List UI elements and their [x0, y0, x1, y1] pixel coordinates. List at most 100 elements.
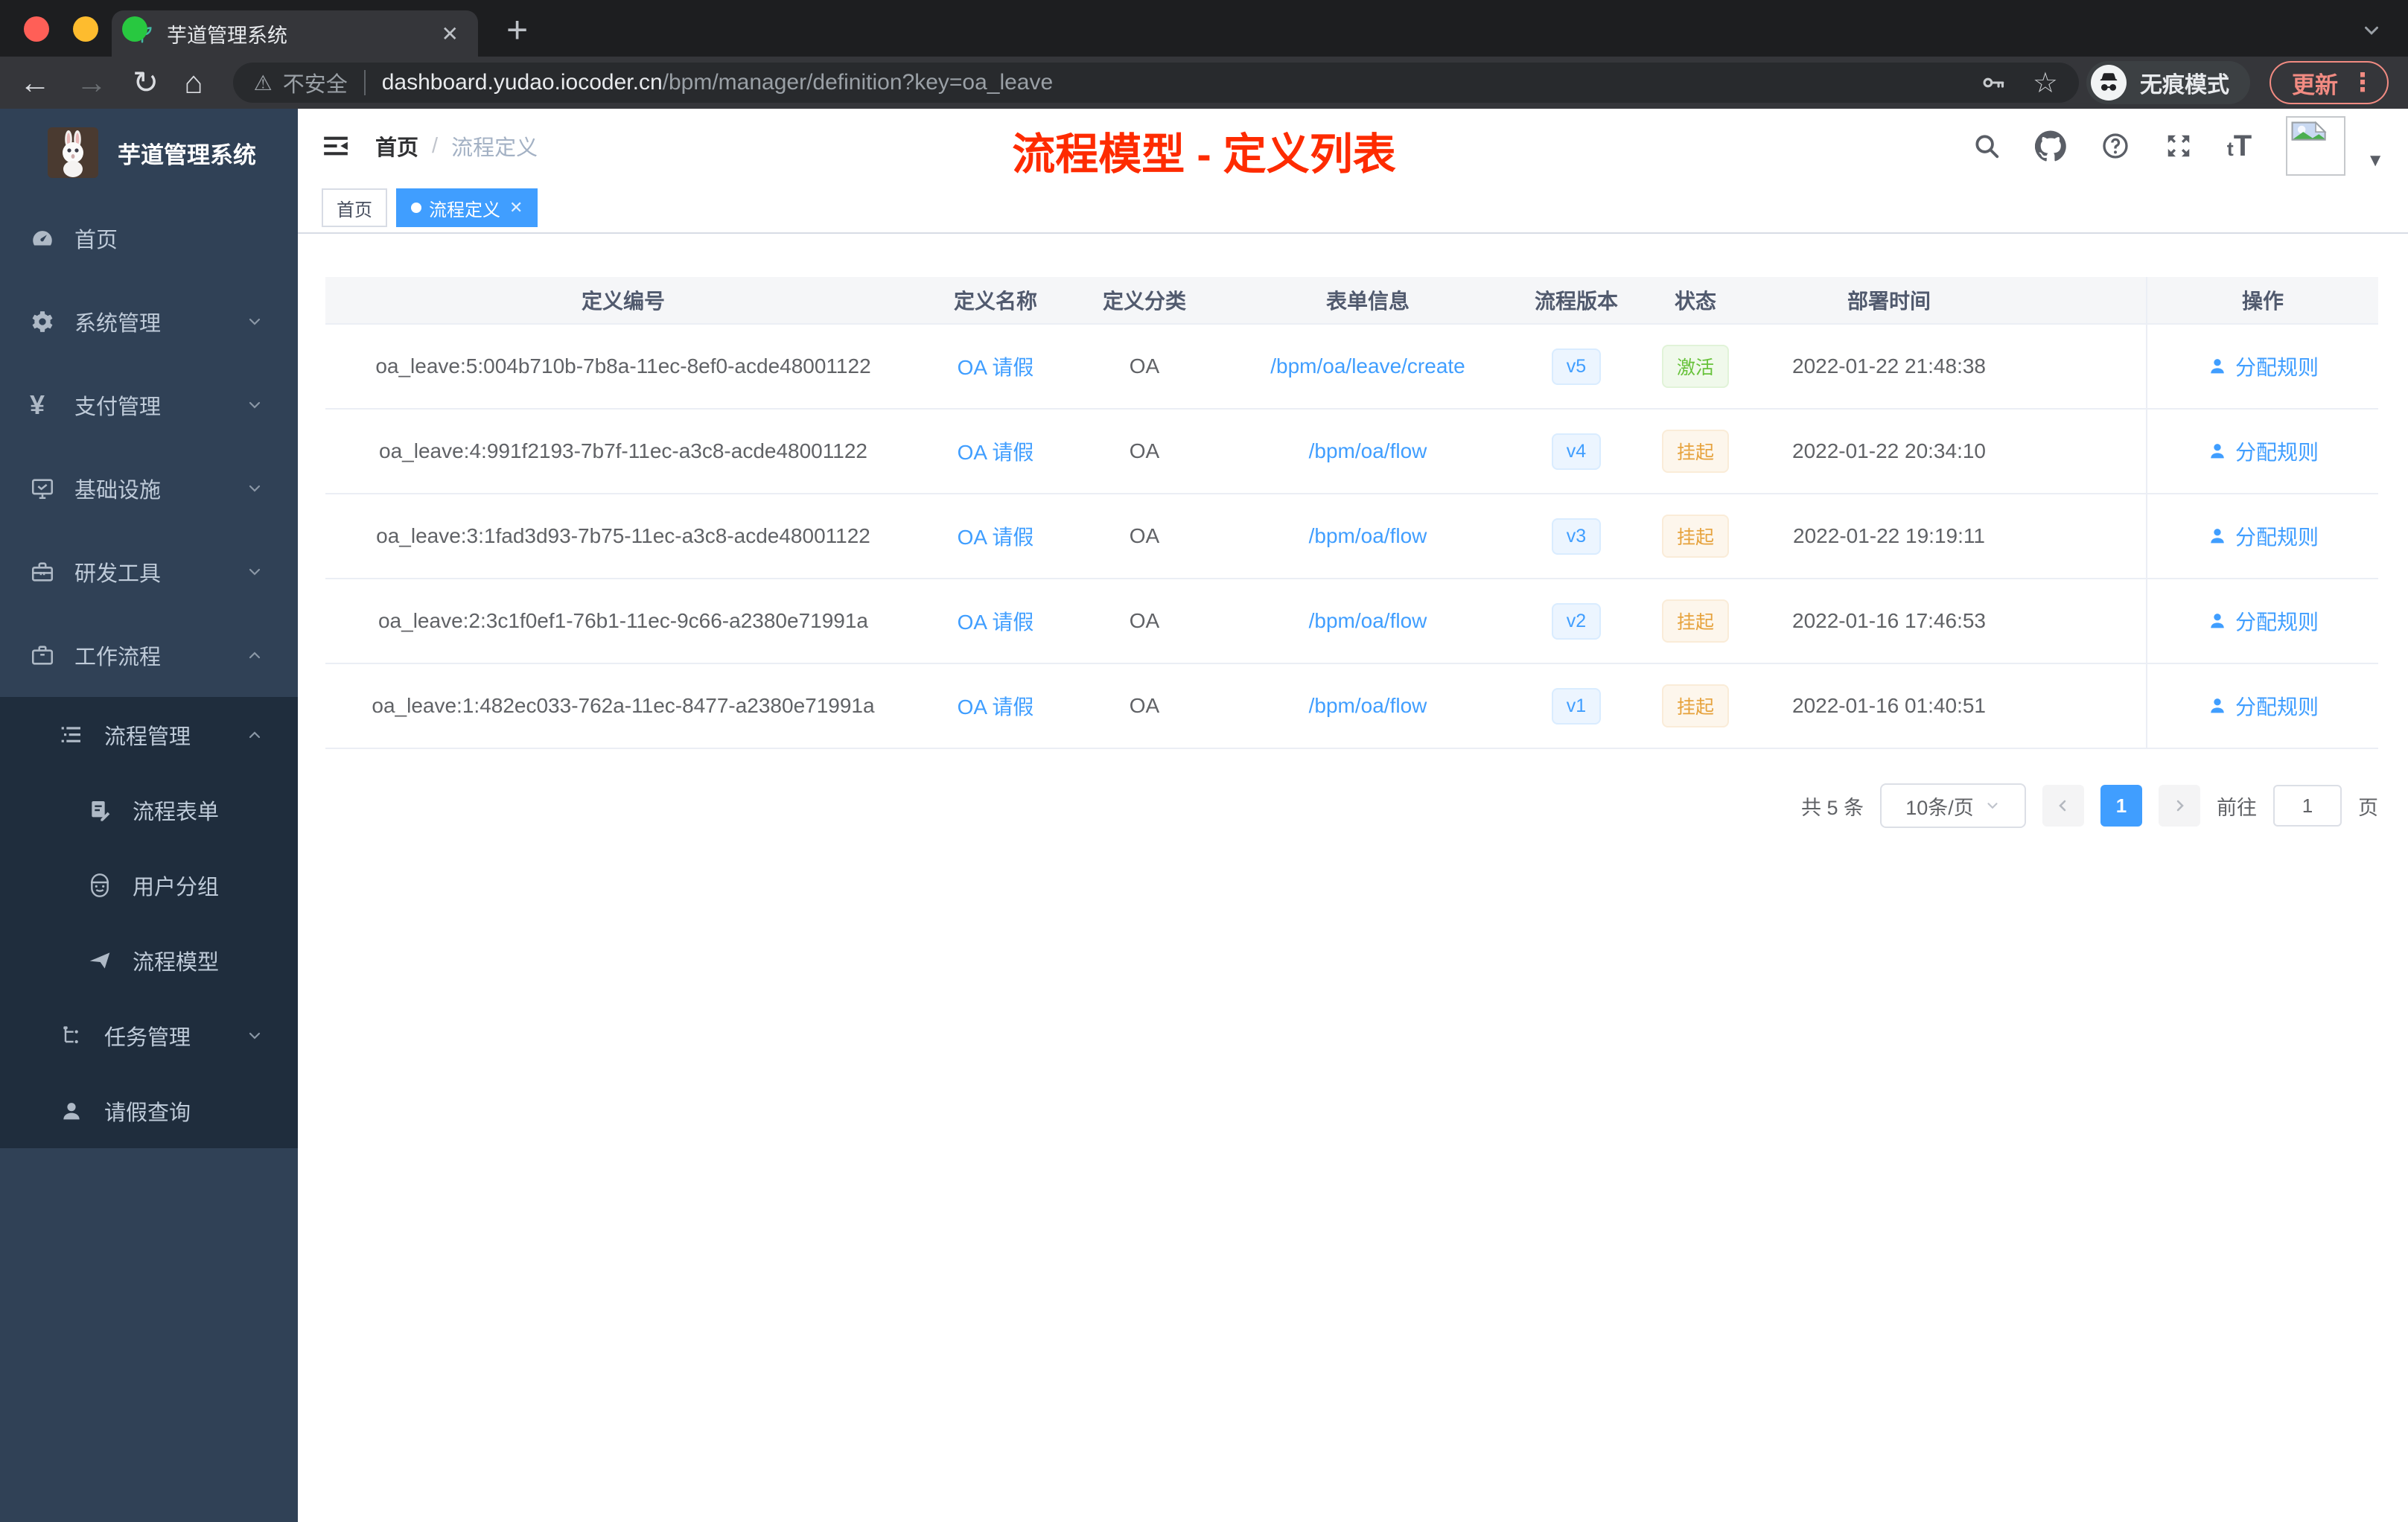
sidebar-logo[interactable]: 芋道管理系统: [0, 109, 298, 197]
not-secure-label[interactable]: 不安全: [283, 67, 348, 98]
browser-menu-kebab-icon[interactable]: ⋮: [2350, 68, 2375, 98]
sidebar-item-home[interactable]: 首页: [0, 197, 298, 280]
definition-category: OA: [1129, 524, 1160, 547]
sidebar-item-system[interactable]: 系统管理: [0, 280, 298, 363]
definition-name-link[interactable]: OA 请假: [958, 351, 1034, 381]
page-size-select[interactable]: 10条/页: [1880, 783, 2026, 828]
incognito-badge: 无痕模式: [2086, 61, 2250, 104]
breadcrumb-home[interactable]: 首页: [375, 130, 418, 162]
monitor-icon: [30, 476, 55, 501]
tag-label: 首页: [337, 200, 372, 220]
assign-rule-link[interactable]: 分配规则: [2207, 606, 2319, 636]
home-button[interactable]: ⌂: [184, 67, 203, 98]
sidebar-item-workflow[interactable]: 工作流程: [0, 614, 298, 697]
list-tree-icon: [60, 723, 85, 747]
sidebar-item-user-group[interactable]: 用户分组: [0, 847, 298, 923]
chevron-down-icon: [1987, 803, 1998, 809]
person-icon: [2211, 698, 2224, 713]
status-badge: 挂起: [1661, 684, 1729, 727]
tag-process-definition[interactable]: 流程定义 ✕: [396, 188, 538, 227]
paper-plane-icon: [88, 949, 113, 972]
help-icon[interactable]: [2100, 131, 2130, 161]
tab-close-icon[interactable]: ✕: [442, 22, 459, 46]
status-badge: 挂起: [1661, 599, 1729, 643]
password-key-icon[interactable]: [1981, 70, 2006, 95]
user-avatar[interactable]: [2286, 116, 2346, 176]
sidebar-item-task-management[interactable]: 任务管理: [0, 998, 298, 1073]
toolbox-icon: [30, 559, 55, 585]
update-label: 更新: [2292, 71, 2338, 98]
chevron-down-icon: [246, 563, 264, 581]
workflow-submenu: 流程管理 流程表单 用户分组 流程模型 任务管理 请假查询: [0, 697, 298, 1148]
sidebar-item-payment[interactable]: ¥ 支付管理: [0, 363, 298, 447]
assign-rule-link[interactable]: 分配规则: [2207, 691, 2319, 721]
sidebar-item-label: 支付管理: [74, 395, 162, 419]
deploy-time: 2022-01-22 21:48:38: [1792, 354, 1986, 378]
browser-tab[interactable]: 芋道管理系统 ✕: [112, 10, 478, 57]
definition-name-link[interactable]: OA 请假: [958, 691, 1034, 721]
sidebar-item-leave-query[interactable]: 请假查询: [0, 1073, 298, 1148]
close-window-button[interactable]: [24, 16, 49, 42]
zoom-window-button[interactable]: [122, 16, 147, 42]
assign-rule-link[interactable]: 分配规则: [2207, 351, 2319, 381]
chevron-down-icon: [246, 1027, 264, 1045]
tag-close-icon[interactable]: ✕: [509, 198, 523, 217]
table-header-row: 定义编号 定义名称 定义分类 表单信息 流程版本 状态 部署时间 操作: [325, 277, 2378, 325]
content-area: 定义编号 定义名称 定义分类 表单信息 流程版本 状态 部署时间 操作 oa_l…: [298, 234, 2408, 1522]
back-button[interactable]: ←: [19, 67, 51, 98]
sidebar-item-label: 任务管理: [104, 1025, 191, 1050]
dashboard-gauge-icon: [30, 226, 55, 251]
gear-icon: [30, 309, 55, 334]
font-size-icon[interactable]: tT: [2227, 130, 2252, 163]
assign-rule-link[interactable]: 分配规则: [2207, 521, 2319, 551]
minimize-window-button[interactable]: [73, 16, 98, 42]
tag-home[interactable]: 首页: [322, 188, 387, 227]
definition-category: OA: [1129, 694, 1160, 717]
reload-button[interactable]: ↻: [133, 67, 159, 98]
sidebar-collapse-icon[interactable]: [322, 132, 350, 160]
goto-page-input[interactable]: [2273, 785, 2342, 827]
next-page-button[interactable]: [2159, 785, 2200, 827]
table-row: oa_leave:4:991f2193-7b7f-11ec-a3c8-acde4…: [325, 410, 2378, 494]
assign-rule-link[interactable]: 分配规则: [2207, 436, 2319, 466]
sidebar-item-label: 基础设施: [74, 479, 162, 503]
form-link[interactable]: /bpm/oa/flow: [1309, 439, 1427, 463]
chevron-left-icon: [2059, 800, 2066, 812]
definition-name-link[interactable]: OA 请假: [958, 436, 1034, 466]
version-badge: v1: [1551, 687, 1602, 725]
new-tab-button[interactable]: +: [506, 7, 528, 52]
form-link[interactable]: /bpm/oa/flow: [1309, 609, 1427, 633]
bookmark-star-icon[interactable]: ☆: [2033, 66, 2058, 100]
github-icon[interactable]: [2034, 130, 2066, 162]
sidebar-item-label: 用户分组: [133, 875, 220, 899]
avatar-caret-icon[interactable]: ▼: [2366, 150, 2384, 171]
sidebar: 芋道管理系统 首页 系统管理 ¥ 支付管理 基础设施 研发工具 工作流程 流程管…: [0, 109, 298, 1522]
definition-id: oa_leave:5:004b710b-7b8a-11ec-8ef0-acde4…: [375, 354, 871, 378]
prev-page-button[interactable]: [2042, 785, 2084, 827]
status-badge: 挂起: [1661, 515, 1729, 558]
form-link[interactable]: /bpm/oa/leave/create: [1270, 354, 1465, 378]
browser-update-button[interactable]: 更新 ⋮: [2270, 61, 2389, 104]
fullscreen-icon[interactable]: [2165, 132, 2193, 160]
search-icon[interactable]: [1972, 132, 2001, 160]
definition-name-link[interactable]: OA 请假: [958, 606, 1034, 636]
sidebar-item-process-model[interactable]: 流程模型: [0, 923, 298, 998]
tab-search-chevron-icon[interactable]: [2360, 19, 2383, 42]
definition-id: oa_leave:1:482ec033-762a-11ec-8477-a2380…: [372, 694, 875, 717]
sidebar-item-infrastructure[interactable]: 基础设施: [0, 447, 298, 530]
form-link[interactable]: /bpm/oa/flow: [1309, 524, 1427, 548]
form-link[interactable]: /bpm/oa/flow: [1309, 694, 1427, 718]
definition-name-link[interactable]: OA 请假: [958, 521, 1034, 551]
table-row: oa_leave:5:004b710b-7b8a-11ec-8ef0-acde4…: [325, 325, 2378, 410]
table-row: oa_leave:2:3c1f0ef1-76b1-11ec-9c66-a2380…: [325, 579, 2378, 664]
url-bar[interactable]: ⚠ 不安全 dashboard.yudao.iocoder.cn /bpm/ma…: [232, 63, 2079, 103]
briefcase-icon: [30, 643, 55, 668]
sidebar-item-process-management[interactable]: 流程管理: [0, 697, 298, 772]
person-icon: [60, 1099, 85, 1123]
sidebar-item-process-form[interactable]: 流程表单: [0, 772, 298, 847]
deploy-time: 2022-01-22 20:34:10: [1792, 439, 1986, 462]
sidebar-item-dev-tools[interactable]: 研发工具: [0, 530, 298, 614]
version-badge: v2: [1551, 602, 1602, 640]
page-1-button[interactable]: 1: [2100, 785, 2142, 827]
forward-button[interactable]: →: [76, 67, 107, 98]
